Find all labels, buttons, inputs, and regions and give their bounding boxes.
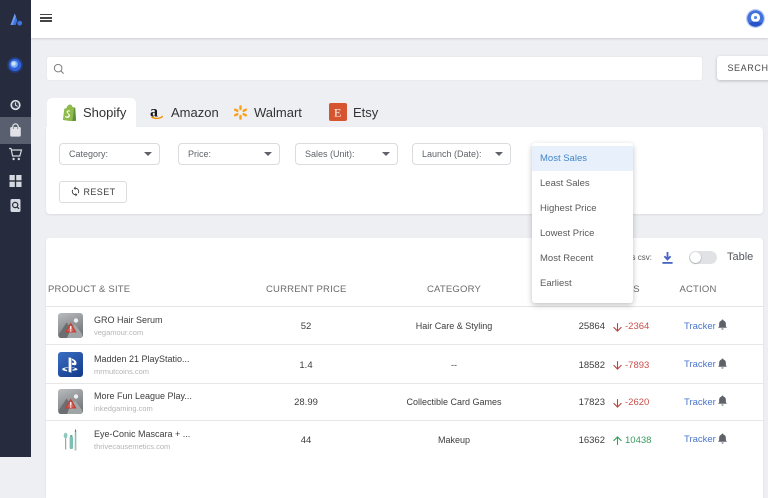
svg-text:E: E: [334, 106, 341, 120]
